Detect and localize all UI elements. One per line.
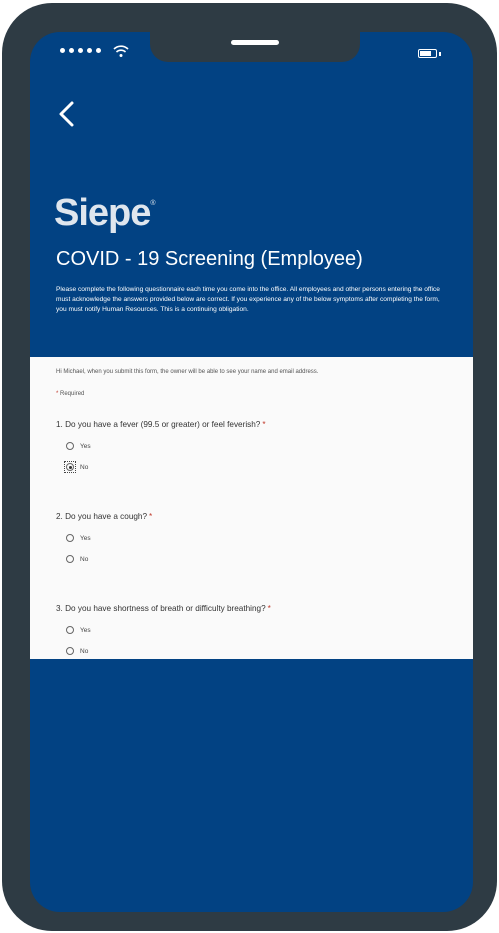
chevron-left-icon[interactable] [54, 99, 80, 129]
question-1-option-yes[interactable]: Yes [66, 442, 91, 450]
speaker-bar [231, 40, 279, 45]
phone-notch [150, 32, 360, 62]
question-3-option-yes[interactable]: Yes [66, 626, 91, 634]
phone-screen: Siepe® COVID - 19 Screening (Employee) P… [30, 32, 473, 912]
question-1-label: 1. Do you have a fever (99.5 or greater)… [56, 420, 266, 429]
question-3-option-no[interactable]: No [66, 647, 88, 655]
signal-dots-icon [60, 48, 101, 53]
form-title: COVID - 19 Screening (Employee) [56, 248, 363, 270]
privacy-notice: Hi Michael, when you submit this form, t… [56, 369, 319, 375]
radio-button[interactable] [66, 442, 74, 450]
battery-icon [418, 49, 437, 58]
question-2-option-no[interactable]: No [66, 555, 88, 563]
wifi-icon [113, 45, 129, 57]
radio-button[interactable] [66, 647, 74, 655]
radio-button[interactable] [66, 626, 74, 634]
question-3-label: 3. Do you have shortness of breath or di… [56, 604, 271, 613]
form-intro: Please complete the following questionna… [56, 286, 440, 313]
form-body: Hi Michael, when you submit this form, t… [30, 357, 473, 659]
question-2-option-yes[interactable]: Yes [66, 534, 91, 542]
radio-button[interactable] [66, 534, 74, 542]
radio-button[interactable] [66, 555, 74, 563]
brand-logo: Siepe® [54, 192, 156, 234]
question-1-option-no[interactable]: No [64, 461, 88, 473]
question-2-label: 2. Do you have a cough? * [56, 512, 153, 521]
required-legend: * Required [56, 391, 85, 397]
radio-button-selected[interactable] [66, 463, 74, 471]
phone-frame: Siepe® COVID - 19 Screening (Employee) P… [2, 3, 497, 931]
